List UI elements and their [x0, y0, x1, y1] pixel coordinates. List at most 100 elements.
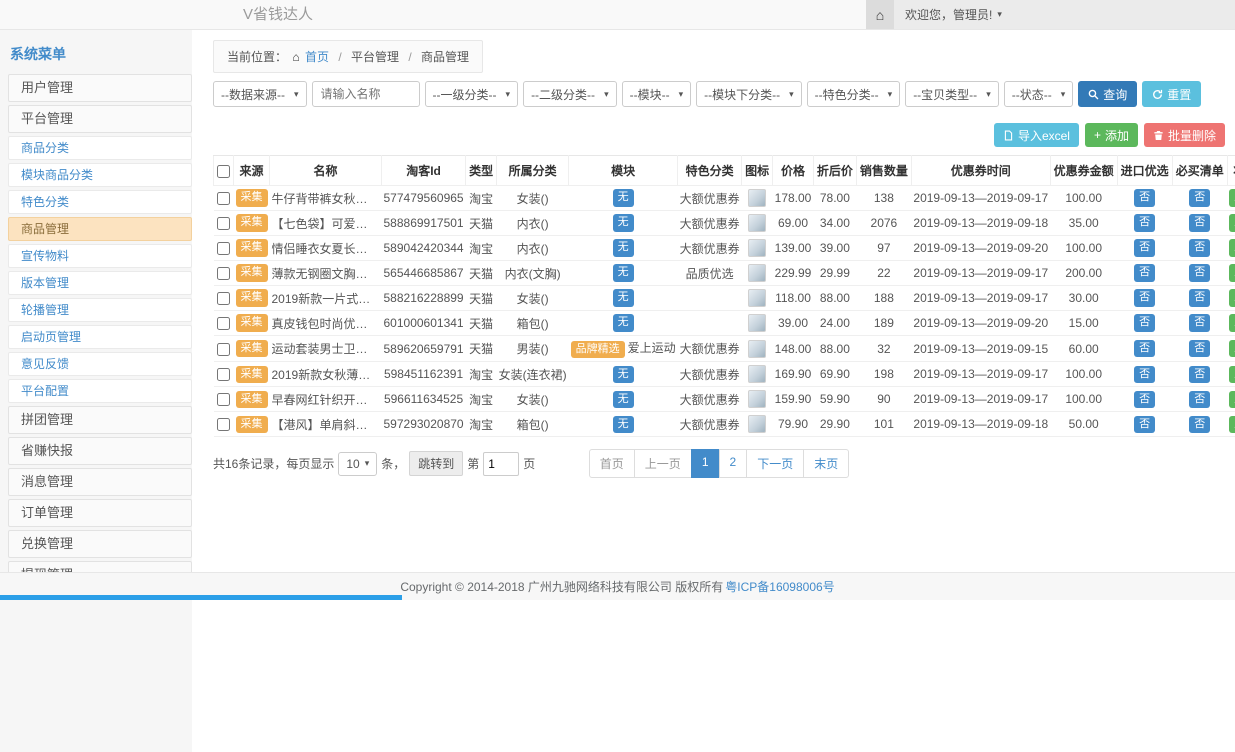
sidebar-item-15[interactable]: 订单管理	[8, 499, 192, 527]
sidebar-item-12[interactable]: 拼团管理	[8, 406, 192, 434]
sidebar-item-3[interactable]: 模块商品分类	[8, 163, 192, 187]
must-buy-badge[interactable]: 否	[1189, 416, 1210, 433]
must-buy-badge[interactable]: 否	[1189, 264, 1210, 281]
row-checkbox[interactable]	[217, 242, 230, 255]
row-checkbox[interactable]	[217, 292, 230, 305]
status-badge[interactable]: 上架	[1229, 289, 1235, 306]
page-button-5[interactable]: 末页	[803, 449, 849, 478]
import-select-badge[interactable]: 否	[1134, 391, 1155, 408]
sidebar-item-5[interactable]: 商品管理	[8, 217, 192, 241]
page-button-2[interactable]: 1	[691, 449, 720, 478]
status-badge[interactable]: 上架	[1229, 366, 1235, 383]
row-checkbox[interactable]	[217, 393, 230, 406]
row-checkbox[interactable]	[217, 317, 230, 330]
select-all-checkbox[interactable]	[217, 165, 230, 178]
filter-select-7[interactable]: --状态--▾	[1004, 81, 1074, 107]
filter-select-0[interactable]: --数据来源--▾	[213, 81, 307, 107]
per-page-select[interactable]: 10 ▾	[338, 452, 377, 476]
sidebar-item-7[interactable]: 版本管理	[8, 271, 192, 295]
filter-select-3[interactable]: --模块--▾	[622, 81, 692, 107]
status-badge[interactable]: 上架	[1229, 391, 1235, 408]
filter-selects: --数据来源--▾ --一级分类--▾--二级分类--▾--模块--▾--模块下分…	[213, 81, 1073, 107]
icp-link[interactable]: 粤ICP备16098006号	[725, 578, 834, 595]
row-checkbox[interactable]	[217, 418, 230, 431]
row-checkbox[interactable]	[217, 217, 230, 230]
must-buy-badge[interactable]: 否	[1189, 189, 1210, 206]
must-buy-badge[interactable]: 否	[1189, 214, 1210, 231]
cell-source: 采集	[234, 412, 270, 437]
pagination-summary: 共16条记录，每页显示 10 ▾ 条， 跳转到 第 页	[213, 451, 535, 476]
import-select-badge[interactable]: 否	[1134, 214, 1155, 231]
sidebar-item-16[interactable]: 兑换管理	[8, 530, 192, 558]
sidebar-item-13[interactable]: 省赚快报	[8, 437, 192, 465]
status-badge[interactable]: 上架	[1229, 239, 1235, 256]
must-buy-badge[interactable]: 否	[1189, 366, 1210, 383]
sidebar-item-9[interactable]: 启动页管理	[8, 325, 192, 349]
filter-select-6[interactable]: --宝贝类型--▾	[905, 81, 999, 107]
name-search-input[interactable]	[312, 81, 420, 107]
sidebar-item-1[interactable]: 平台管理	[8, 105, 192, 133]
status-badge[interactable]: 上架	[1229, 416, 1235, 433]
breadcrumb-home-link[interactable]: 首页	[305, 50, 329, 64]
sidebar-item-0[interactable]: 用户管理	[8, 74, 192, 102]
table-header-14: 必买清单	[1172, 156, 1227, 186]
import-excel-button[interactable]: 导入excel	[994, 123, 1079, 147]
page-number-input[interactable]	[483, 452, 519, 476]
user-menu[interactable]: 欢迎您，管理员! ▾	[894, 0, 1235, 29]
row-checkbox[interactable]	[217, 267, 230, 280]
status-badge[interactable]: 上架	[1229, 340, 1235, 357]
jump-button[interactable]: 跳转到	[409, 451, 463, 476]
must-buy-badge[interactable]: 否	[1189, 340, 1210, 357]
search-button[interactable]: 查询	[1078, 81, 1137, 107]
cell-import-select: 否	[1117, 236, 1172, 261]
import-select-badge[interactable]: 否	[1134, 314, 1155, 331]
filter-select-5[interactable]: --特色分类--▾	[807, 81, 901, 107]
add-button[interactable]: + 添加	[1085, 123, 1138, 147]
status-badge[interactable]: 上架	[1229, 264, 1235, 281]
page-button-4[interactable]: 下一页	[746, 449, 804, 478]
cell-sales: 97	[856, 236, 911, 261]
import-select-badge[interactable]: 否	[1134, 340, 1155, 357]
sidebar-item-2[interactable]: 商品分类	[8, 136, 192, 160]
page-button-1[interactable]: 上一页	[634, 449, 692, 478]
row-checkbox[interactable]	[217, 192, 230, 205]
sidebar-item-10[interactable]: 意见反馈	[8, 352, 192, 376]
must-buy-badge[interactable]: 否	[1189, 239, 1210, 256]
status-badge[interactable]: 上架	[1229, 189, 1235, 206]
import-select-badge[interactable]: 否	[1134, 289, 1155, 306]
batch-delete-button[interactable]: 批量删除	[1144, 123, 1225, 147]
cell-feature	[678, 286, 742, 311]
import-select-badge[interactable]: 否	[1134, 366, 1155, 383]
must-buy-badge[interactable]: 否	[1189, 289, 1210, 306]
sidebar-item-4[interactable]: 特色分类	[8, 190, 192, 214]
page-button-0[interactable]: 首页	[589, 449, 635, 478]
filter-select-4[interactable]: --模块下分类--▾	[696, 81, 802, 107]
import-select-badge[interactable]: 否	[1134, 189, 1155, 206]
import-select-badge[interactable]: 否	[1134, 239, 1155, 256]
sidebar-item-6[interactable]: 宣传物料	[8, 244, 192, 268]
cell-feature: 大额优惠券	[678, 236, 742, 261]
must-buy-badge[interactable]: 否	[1189, 314, 1210, 331]
module-badge: 无	[613, 214, 634, 231]
cell-sales: 90	[856, 387, 911, 412]
row-checkbox[interactable]	[217, 368, 230, 381]
filter-select-1[interactable]: --一级分类--▾	[425, 81, 519, 107]
sidebar-item-8[interactable]: 轮播管理	[8, 298, 192, 322]
page-button-3[interactable]: 2	[719, 449, 748, 478]
cell-taoke-id: 589042420344	[382, 236, 466, 261]
cell-import-select: 否	[1117, 336, 1172, 362]
home-button[interactable]: ⌂	[866, 0, 894, 29]
import-select-badge[interactable]: 否	[1134, 264, 1155, 281]
filter-select-2[interactable]: --二级分类--▾	[523, 81, 617, 107]
row-checkbox[interactable]	[217, 343, 230, 356]
main-layout: 系统菜单 用户管理平台管理商品分类模块商品分类特色分类商品管理宣传物料版本管理轮…	[0, 30, 1235, 752]
reset-button[interactable]: 重置	[1142, 81, 1201, 107]
sidebar-item-14[interactable]: 消息管理	[8, 468, 192, 496]
home-icon: ⌂	[876, 7, 884, 23]
status-badge[interactable]: 上架	[1229, 314, 1235, 331]
import-select-badge[interactable]: 否	[1134, 416, 1155, 433]
status-badge[interactable]: 上架	[1229, 214, 1235, 231]
sidebar-item-11[interactable]: 平台配置	[8, 379, 192, 403]
source-badge: 采集	[236, 264, 268, 281]
must-buy-badge[interactable]: 否	[1189, 391, 1210, 408]
